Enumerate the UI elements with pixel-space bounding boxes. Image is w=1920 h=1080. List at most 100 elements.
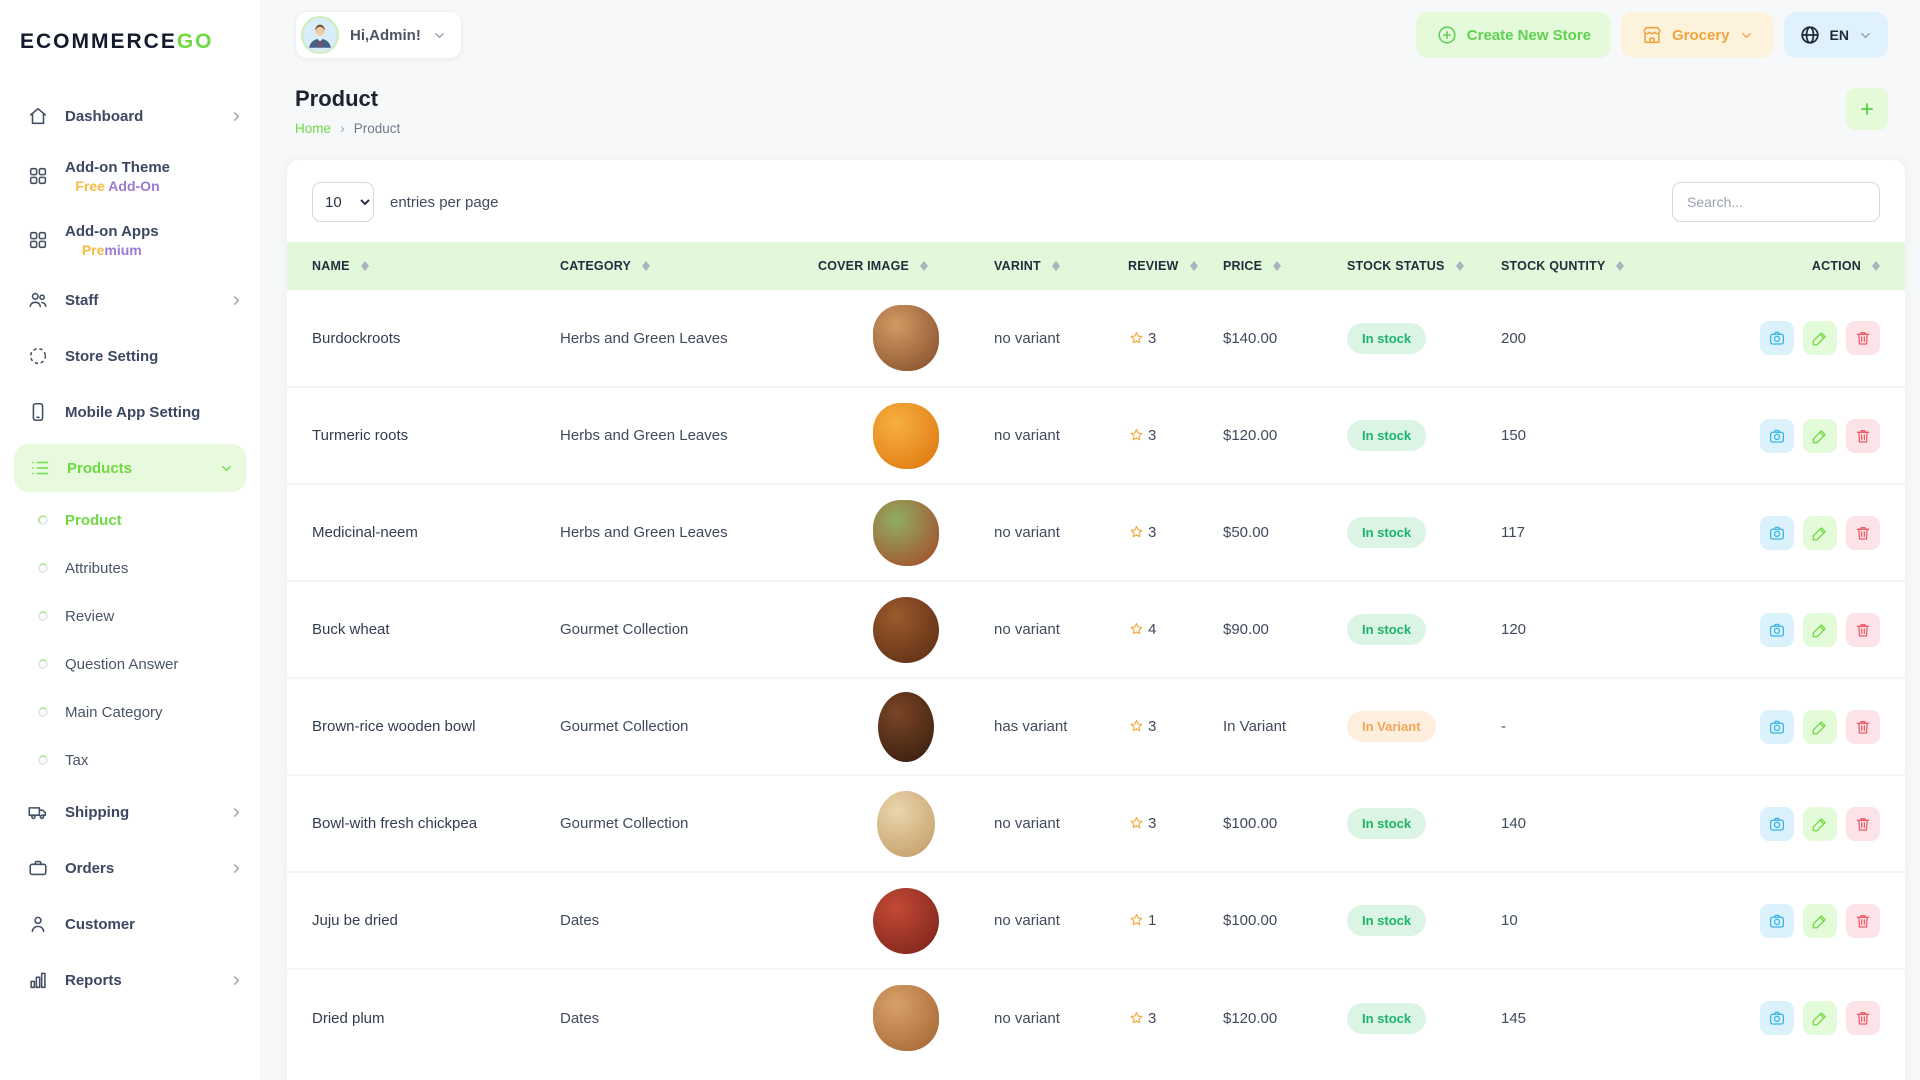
product-category: Dates <box>560 872 818 969</box>
delete-button[interactable] <box>1846 516 1880 550</box>
sidebar-item-mobile-app-setting[interactable]: Mobile App Setting <box>0 384 260 440</box>
search-input[interactable] <box>1672 182 1880 222</box>
stock-quantity: 140 <box>1501 775 1731 872</box>
view-button[interactable] <box>1760 807 1794 841</box>
review-count: 1 <box>1148 912 1156 929</box>
review-count: 3 <box>1148 815 1156 832</box>
sidebar-item-reports[interactable]: Reports <box>0 952 260 1008</box>
pencil-icon <box>1811 815 1829 833</box>
topbar: Hi,Admin! Create New Store Grocery EN <box>260 0 1920 62</box>
col-header-varint[interactable]: VARINT <box>994 242 1128 290</box>
view-button[interactable] <box>1760 613 1794 647</box>
col-header-cover-image[interactable]: COVER IMAGE <box>818 242 994 290</box>
sidebar-subitem-review[interactable]: Review <box>0 592 260 640</box>
edit-button[interactable] <box>1803 904 1837 938</box>
sidebar-subitem-main-category[interactable]: Main Category <box>0 688 260 736</box>
edit-button[interactable] <box>1803 419 1837 453</box>
col-header-price[interactable]: PRICE <box>1223 242 1347 290</box>
view-button[interactable] <box>1760 1001 1794 1035</box>
delete-button[interactable] <box>1846 321 1880 355</box>
delete-button[interactable] <box>1846 1001 1880 1035</box>
star-icon <box>1128 815 1145 832</box>
product-price: $120.00 <box>1223 969 1347 1066</box>
language-selector-button[interactable]: EN <box>1784 12 1888 58</box>
sidebar-item-addon-theme[interactable]: Add-on Theme Free Add-On <box>0 144 260 208</box>
sidebar-item-orders[interactable]: Orders <box>0 840 260 896</box>
col-header-stock-status[interactable]: STOCK STATUS <box>1347 242 1501 290</box>
home-icon <box>26 105 50 127</box>
chevron-down-icon <box>1739 28 1754 43</box>
sidebar-item-staff[interactable]: Staff <box>0 272 260 328</box>
sidebar-item-products[interactable]: Products <box>14 444 246 492</box>
pencil-icon <box>1811 1009 1829 1027</box>
page-title: Product <box>295 86 400 112</box>
delete-button[interactable] <box>1846 807 1880 841</box>
users-icon <box>26 289 50 311</box>
chevron-down-icon <box>432 28 447 43</box>
sidebar-item-store-setting[interactable]: Store Setting <box>0 328 260 384</box>
view-button[interactable] <box>1760 321 1794 355</box>
product-variant: no variant <box>994 969 1128 1066</box>
breadcrumb-home-link[interactable]: Home <box>295 121 331 136</box>
edit-button[interactable] <box>1803 807 1837 841</box>
pencil-icon <box>1811 718 1829 736</box>
delete-button[interactable] <box>1846 613 1880 647</box>
col-header-review[interactable]: REVIEW <box>1128 242 1223 290</box>
view-button[interactable] <box>1760 904 1794 938</box>
star-icon <box>1128 427 1145 444</box>
edit-button[interactable] <box>1803 613 1837 647</box>
sidebar-subitem-tax[interactable]: Tax <box>0 736 260 784</box>
sidebar-item-addon-apps[interactable]: Add-on Apps Premium <box>0 208 260 272</box>
entries-per-page-select[interactable]: 10 <box>312 182 374 222</box>
sort-icon <box>1456 257 1464 275</box>
breadcrumb: Home › Product <box>295 120 400 136</box>
star-icon <box>1128 330 1145 347</box>
col-header-stock-quantity[interactable]: STOCK QUNTITY <box>1501 242 1731 290</box>
entries-per-page-label: entries per page <box>390 194 498 211</box>
sidebar-item-shipping[interactable]: Shipping <box>0 784 260 840</box>
pencil-icon <box>1811 524 1829 542</box>
col-header-category[interactable]: CATEGORY <box>560 242 818 290</box>
edit-button[interactable] <box>1803 1001 1837 1035</box>
stock-status-badge: In stock <box>1347 905 1426 936</box>
table-row: Brown-rice wooden bowl Gourmet Collectio… <box>287 678 1905 775</box>
user-menu[interactable]: Hi,Admin! <box>295 11 462 59</box>
delete-button[interactable] <box>1846 904 1880 938</box>
col-header-name[interactable]: NAME <box>287 242 560 290</box>
user-icon <box>26 913 50 935</box>
product-cover-image <box>873 305 939 371</box>
sidebar-subitem-product[interactable]: Product <box>0 496 260 544</box>
view-button[interactable] <box>1760 419 1794 453</box>
view-button[interactable] <box>1760 516 1794 550</box>
stock-status-badge: In stock <box>1347 1003 1426 1034</box>
col-header-action[interactable]: ACTION <box>1731 242 1905 290</box>
plus-circle-icon <box>1436 24 1458 46</box>
store-selector-button[interactable]: Grocery <box>1621 12 1774 58</box>
product-variant: no variant <box>994 290 1128 387</box>
pencil-icon <box>1811 329 1829 347</box>
star-icon <box>1128 1010 1145 1027</box>
delete-button[interactable] <box>1846 419 1880 453</box>
trash-icon <box>1854 1009 1872 1027</box>
globe-icon <box>1799 24 1821 46</box>
table-row: Turmeric roots Herbs and Green Leaves no… <box>287 387 1905 484</box>
delete-button[interactable] <box>1846 710 1880 744</box>
list-icon <box>28 457 52 479</box>
edit-button[interactable] <box>1803 710 1837 744</box>
sidebar-subitem-attributes[interactable]: Attributes <box>0 544 260 592</box>
create-new-store-button[interactable]: Create New Store <box>1416 12 1611 58</box>
review-count: 3 <box>1148 524 1156 541</box>
add-product-button[interactable] <box>1846 88 1888 130</box>
sidebar-item-dashboard[interactable]: Dashboard <box>0 88 260 144</box>
view-button[interactable] <box>1760 710 1794 744</box>
product-price: $100.00 <box>1223 775 1347 872</box>
trash-icon <box>1854 815 1872 833</box>
edit-button[interactable] <box>1803 516 1837 550</box>
edit-button[interactable] <box>1803 321 1837 355</box>
sidebar-item-customer[interactable]: Customer <box>0 896 260 952</box>
main-content: Hi,Admin! Create New Store Grocery EN Pr… <box>260 0 1920 1080</box>
sidebar-subitem-question-answer[interactable]: Question Answer <box>0 640 260 688</box>
product-table-card: 10 entries per page NAME CATEGORY COVER … <box>287 160 1905 1080</box>
trash-icon <box>1854 912 1872 930</box>
product-category: Gourmet Collection <box>560 775 818 872</box>
